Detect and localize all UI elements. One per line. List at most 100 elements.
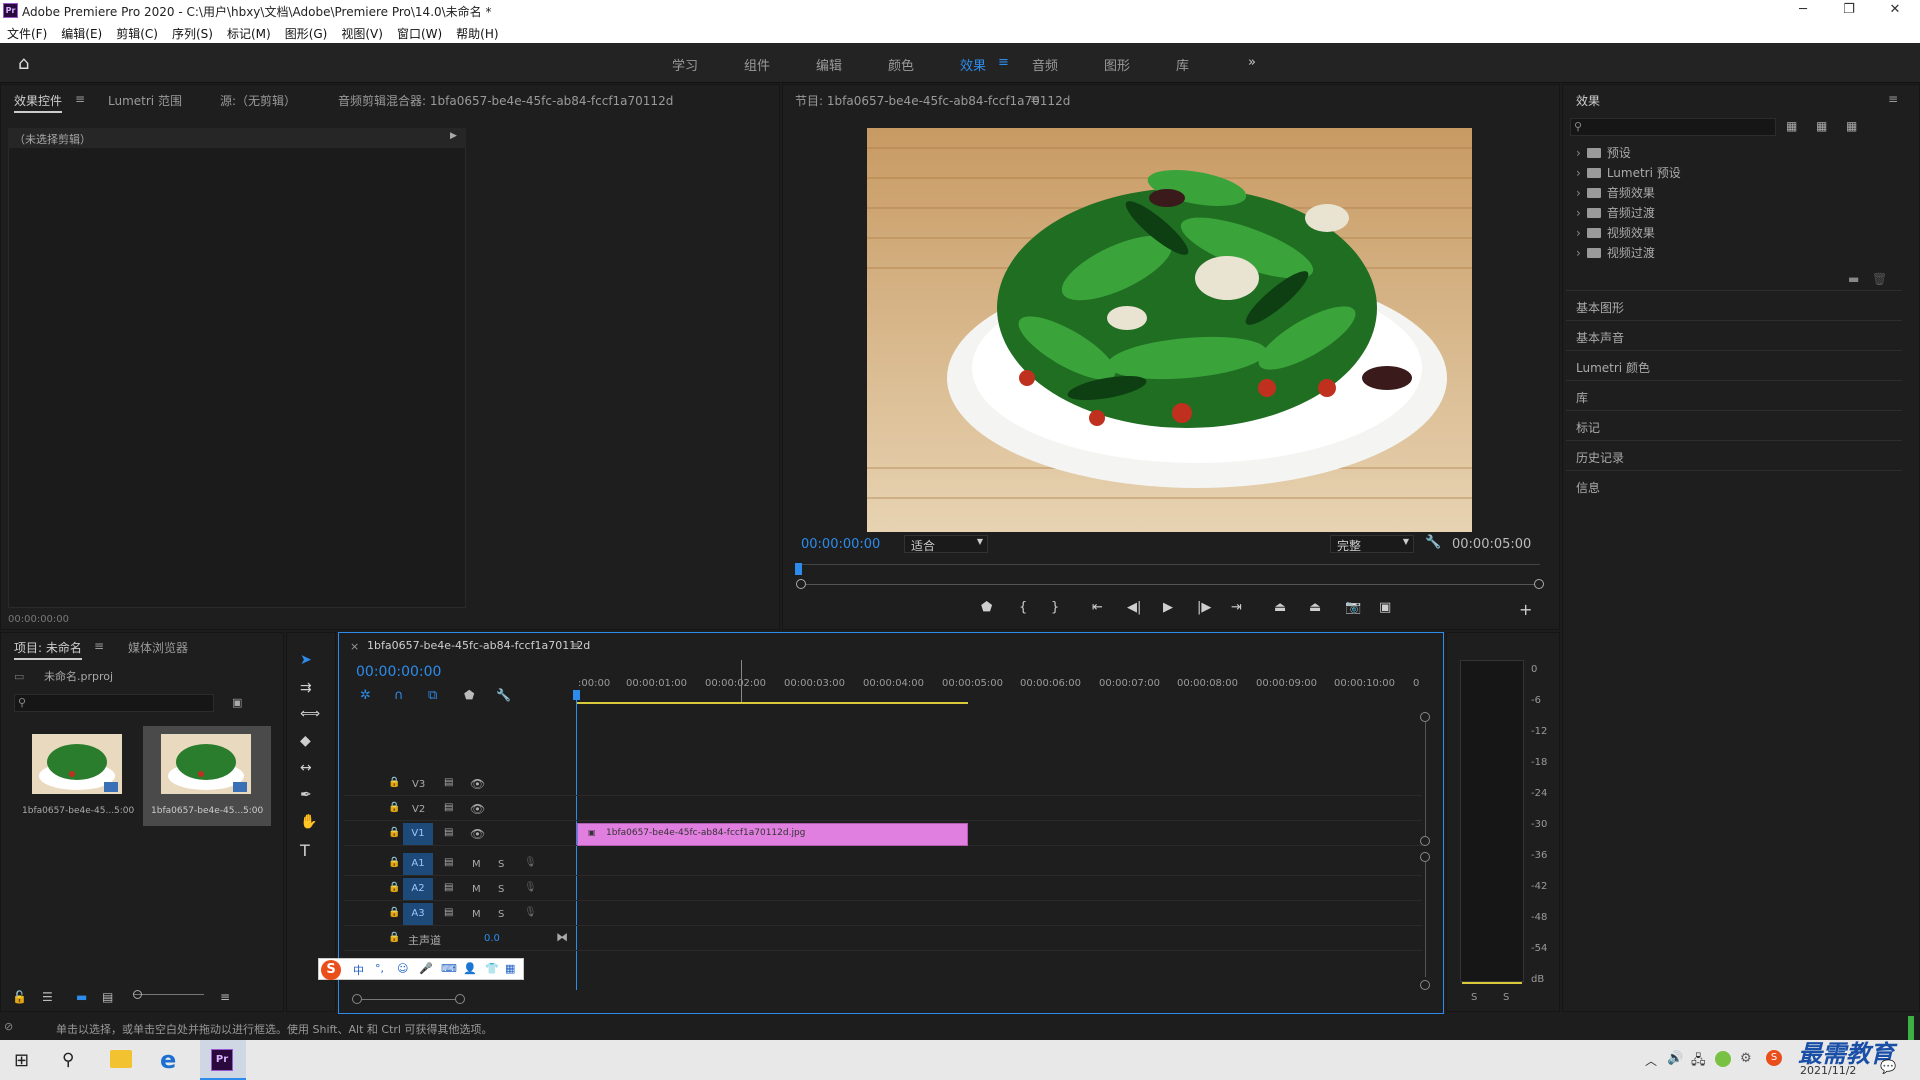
workspace-color[interactable]: 颜色 bbox=[888, 55, 914, 74]
freeform-view-icon[interactable]: ▤ bbox=[102, 990, 113, 1004]
linked-selection-icon[interactable]: ⧉ bbox=[428, 688, 437, 703]
menu-markers[interactable]: 标记(M) bbox=[220, 22, 278, 42]
sogou-tray-icon[interactable]: S bbox=[1766, 1050, 1782, 1066]
tab-source[interactable]: 源:（无剪辑） bbox=[220, 92, 296, 109]
list-view-icon[interactable]: ☰ bbox=[42, 990, 53, 1004]
go-to-in-icon[interactable]: ⇤ bbox=[1092, 600, 1103, 615]
razor-tool-icon[interactable]: ◆ bbox=[300, 733, 311, 749]
effects-folder-lumetri-presets[interactable]: › Lumetri 预设 bbox=[1576, 164, 1681, 181]
extract-icon[interactable]: ⏏ bbox=[1309, 600, 1321, 615]
panel-history[interactable]: 历史记录 bbox=[1566, 440, 1902, 470]
windows-start-icon[interactable]: ⊞ bbox=[14, 1050, 29, 1071]
project-item-1[interactable]: 1bfa0657-be4e-45... 5:00 bbox=[14, 726, 142, 826]
sogou-logo-icon[interactable]: S bbox=[321, 960, 341, 980]
ime-chinese-icon[interactable]: 中 bbox=[353, 962, 364, 978]
panel-lumetri-color[interactable]: Lumetri 颜色 bbox=[1566, 350, 1902, 380]
ime-skin-icon[interactable]: 👕 bbox=[485, 962, 499, 975]
ime-keyboard-icon[interactable]: ⌨ bbox=[441, 962, 457, 975]
sync-lock-icon[interactable]: ▤ bbox=[444, 882, 453, 893]
tray-chevron-up-icon[interactable]: ︿ bbox=[1645, 1052, 1657, 1069]
tab-lumetri-scopes[interactable]: Lumetri 范围 bbox=[108, 92, 182, 109]
track-a3[interactable] bbox=[344, 902, 1422, 926]
tab-effect-controls[interactable]: 效果控件 bbox=[14, 92, 63, 113]
tray-app-icon[interactable]: ⚙ bbox=[1740, 1051, 1752, 1066]
timeline-timecode[interactable]: 00:00:00:00 bbox=[356, 664, 441, 680]
timeline-settings-icon[interactable]: 🔧 bbox=[496, 688, 511, 702]
type-tool-icon[interactable]: T bbox=[300, 841, 310, 860]
menu-file[interactable]: 文件(F) bbox=[0, 22, 54, 42]
workspace-learn[interactable]: 学习 bbox=[672, 55, 698, 74]
thumbnail-size-slider[interactable] bbox=[134, 994, 204, 995]
workspace-assembly[interactable]: 组件 bbox=[744, 55, 770, 74]
h-scroll-handle-left[interactable] bbox=[352, 994, 362, 1004]
menu-sequence[interactable]: 序列(S) bbox=[165, 22, 220, 42]
restore-icon[interactable]: ❐ bbox=[1826, 0, 1872, 22]
home-icon[interactable]: ⌂ bbox=[18, 53, 29, 74]
track-target-v1[interactable]: V1 bbox=[403, 823, 433, 845]
minimize-icon[interactable]: ─ bbox=[1780, 0, 1826, 22]
panel-menu-icon[interactable]: ≡ bbox=[75, 92, 85, 106]
yuv-effects-icon[interactable]: ▦ bbox=[1846, 119, 1857, 133]
panel-info[interactable]: 信息 bbox=[1566, 470, 1902, 500]
program-playhead[interactable] bbox=[795, 563, 802, 575]
effects-folder-video-effects[interactable]: › 视频效果 bbox=[1576, 224, 1655, 241]
accelerated-effects-icon[interactable]: ▦ bbox=[1786, 119, 1797, 133]
lift-icon[interactable]: ⏏ bbox=[1274, 600, 1286, 615]
lock-icon[interactable]: 🔒 bbox=[388, 882, 400, 893]
panel-essential-graphics[interactable]: 基本图形 bbox=[1566, 290, 1902, 320]
eye-icon[interactable]: 👁 bbox=[470, 827, 485, 841]
new-bin-icon[interactable]: ▬ bbox=[1848, 272, 1859, 286]
workspace-graphics[interactable]: 图形 bbox=[1104, 55, 1130, 74]
hand-tool-icon[interactable]: ✋ bbox=[300, 814, 317, 830]
ime-user-icon[interactable]: 👤 bbox=[463, 962, 477, 975]
program-menu-icon[interactable]: ≡ bbox=[1030, 92, 1040, 106]
network-icon[interactable]: 🖧 bbox=[1691, 1051, 1706, 1073]
solo-button[interactable]: S bbox=[498, 884, 504, 895]
search-icon[interactable]: ⚲ bbox=[62, 1050, 74, 1070]
fit-select[interactable]: 适合 ▼ bbox=[904, 535, 988, 553]
ime-voice-icon[interactable]: 🎤 bbox=[419, 962, 433, 975]
mic-icon[interactable]: 🎙 bbox=[524, 857, 537, 868]
lock-icon[interactable]: 🔒 bbox=[388, 777, 400, 788]
add-button-icon[interactable]: + bbox=[1519, 600, 1532, 619]
workspace-editing[interactable]: 编辑 bbox=[816, 55, 842, 74]
sync-lock-icon[interactable]: ▤ bbox=[444, 907, 453, 918]
volume-icon[interactable]: 🔊 bbox=[1667, 1051, 1683, 1066]
comparison-view-icon[interactable]: ▣ bbox=[1379, 600, 1391, 615]
wrench-icon[interactable]: 🔧 bbox=[1425, 535, 1441, 550]
ie-browser-icon[interactable]: e bbox=[160, 1046, 176, 1074]
expand-arrow-icon[interactable]: ▶ bbox=[450, 131, 457, 141]
mark-in-icon[interactable]: { bbox=[1019, 600, 1027, 615]
solo-button[interactable]: S bbox=[498, 909, 504, 920]
step-back-icon[interactable]: ◀| bbox=[1127, 600, 1141, 615]
lock-icon[interactable]: 🔒 bbox=[388, 907, 400, 918]
meter-solo-right[interactable]: S bbox=[1503, 992, 1509, 1003]
menu-edit[interactable]: 编辑(E) bbox=[54, 22, 109, 42]
vertical-scrollbar-audio[interactable] bbox=[1425, 862, 1426, 977]
h-scroll-handle-right[interactable] bbox=[455, 994, 465, 1004]
menu-view[interactable]: 视图(V) bbox=[334, 22, 390, 42]
zoom-handle-right[interactable] bbox=[1534, 579, 1544, 589]
workspace-more-icon[interactable]: » bbox=[1248, 55, 1256, 70]
timeline-clip[interactable]: ▣ 1bfa0657-be4e-45fc-ab84-fccf1a70112d.j… bbox=[577, 823, 968, 846]
lock-icon[interactable]: 🔓 bbox=[12, 990, 27, 1004]
effects-folder-video-transitions[interactable]: › 视频过渡 bbox=[1576, 244, 1655, 261]
new-search-bin-icon[interactable]: ▣ bbox=[232, 696, 242, 709]
mic-icon[interactable]: 🎙 bbox=[524, 907, 537, 918]
quality-select[interactable]: 完整 ▼ bbox=[1330, 535, 1414, 553]
jump-to-end-icon[interactable]: ⧓ bbox=[556, 930, 568, 944]
file-explorer-icon[interactable] bbox=[110, 1050, 132, 1068]
snap-icon[interactable]: ∩ bbox=[394, 688, 404, 703]
icon-view-icon[interactable]: ▬ bbox=[76, 990, 87, 1004]
effects-folder-audio-transitions[interactable]: › 音频过渡 bbox=[1576, 204, 1655, 221]
sync-lock-icon[interactable]: ▤ bbox=[444, 777, 453, 788]
step-forward-icon[interactable]: |▶ bbox=[1197, 600, 1211, 615]
project-menu-icon[interactable]: ≡ bbox=[94, 639, 104, 653]
effects-folder-presets[interactable]: › 预设 bbox=[1576, 144, 1631, 161]
32bit-effects-icon[interactable]: ▦ bbox=[1816, 119, 1827, 133]
track-target-a1[interactable]: A1 bbox=[403, 853, 433, 875]
workspace-effects[interactable]: 效果 bbox=[960, 55, 986, 74]
scroll-handle[interactable] bbox=[1420, 980, 1430, 990]
lock-icon[interactable]: 🔒 bbox=[388, 827, 400, 838]
sync-lock-icon[interactable]: ▤ bbox=[444, 857, 453, 868]
